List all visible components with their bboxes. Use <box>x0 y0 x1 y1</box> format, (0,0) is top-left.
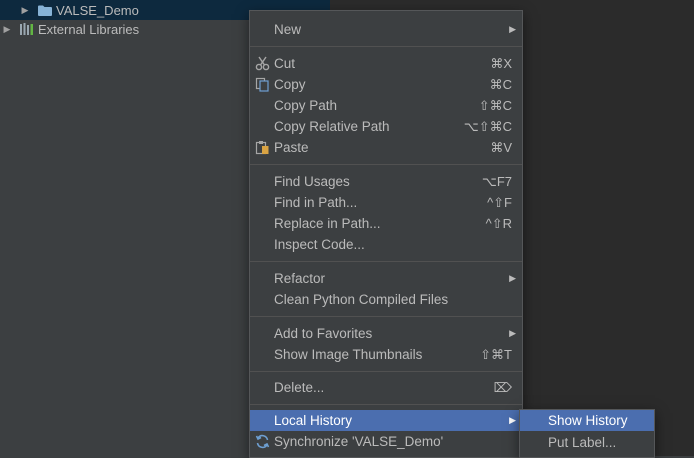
local-history-submenu: Show History Put Label... <box>519 409 655 458</box>
menu-item-cut[interactable]: Cut ⌘X <box>250 53 522 74</box>
menu-item-copy-path[interactable]: Copy Path ⇧⌘C <box>250 95 522 116</box>
menu-item-synchronize[interactable]: Synchronize 'VALSE_Demo' <box>250 431 522 452</box>
context-menu: New ▶ Cut ⌘X Copy ⌘C Copy Path ⇧⌘C Copy … <box>249 10 523 458</box>
menu-item-replace-in-path[interactable]: Replace in Path... ^⇧R <box>250 213 522 234</box>
separator <box>250 371 522 372</box>
separator <box>250 46 522 47</box>
sync-icon <box>255 434 270 449</box>
submenu-item-show-history[interactable]: Show History <box>520 410 654 431</box>
submenu-arrow-icon: ▶ <box>509 24 516 34</box>
menu-item-delete[interactable]: Delete... ⌦ <box>250 377 522 398</box>
scissors-icon <box>255 56 270 71</box>
copy-icon <box>255 77 269 92</box>
menu-item-refactor[interactable]: Refactor ▶ <box>250 268 522 289</box>
folder-icon <box>38 5 52 16</box>
menu-item-find-usages[interactable]: Find Usages ⌥F7 <box>250 171 522 192</box>
library-icon <box>20 23 33 35</box>
menu-item-new[interactable]: New ▶ <box>250 19 522 40</box>
menu-item-clean-python-compiled-files[interactable]: Clean Python Compiled Files <box>250 289 522 310</box>
submenu-arrow-icon: ▶ <box>509 273 516 283</box>
menu-item-add-to-favorites[interactable]: Add to Favorites ▶ <box>250 323 522 344</box>
tree-item-label: External Libraries <box>38 21 140 37</box>
separator <box>250 164 522 165</box>
submenu-item-put-label[interactable]: Put Label... <box>520 432 654 453</box>
menu-item-find-in-path[interactable]: Find in Path... ^⇧F <box>250 192 522 213</box>
delete-key-icon: ⌦ <box>493 379 512 395</box>
submenu-arrow-icon: ▶ <box>509 328 516 338</box>
expand-arrow-icon[interactable]: ▶ <box>18 5 32 16</box>
tree-item-label: VALSE_Demo <box>56 2 139 18</box>
menu-item-local-history[interactable]: Local History ▶ <box>250 410 522 431</box>
menu-item-copy-relative-path[interactable]: Copy Relative Path ⌥⇧⌘C <box>250 116 522 137</box>
menu-item-copy[interactable]: Copy ⌘C <box>250 74 522 95</box>
separator <box>250 261 522 262</box>
menu-item-paste[interactable]: Paste ⌘V <box>250 137 522 158</box>
separator <box>250 316 522 317</box>
expand-arrow-icon[interactable]: ▶ <box>0 24 14 35</box>
menu-item-show-image-thumbnails[interactable]: Show Image Thumbnails ⇧⌘T <box>250 344 522 365</box>
separator <box>250 404 522 405</box>
submenu-arrow-icon: ▶ <box>509 415 516 425</box>
paste-icon <box>255 141 269 155</box>
menu-item-inspect-code[interactable]: Inspect Code... <box>250 234 522 255</box>
